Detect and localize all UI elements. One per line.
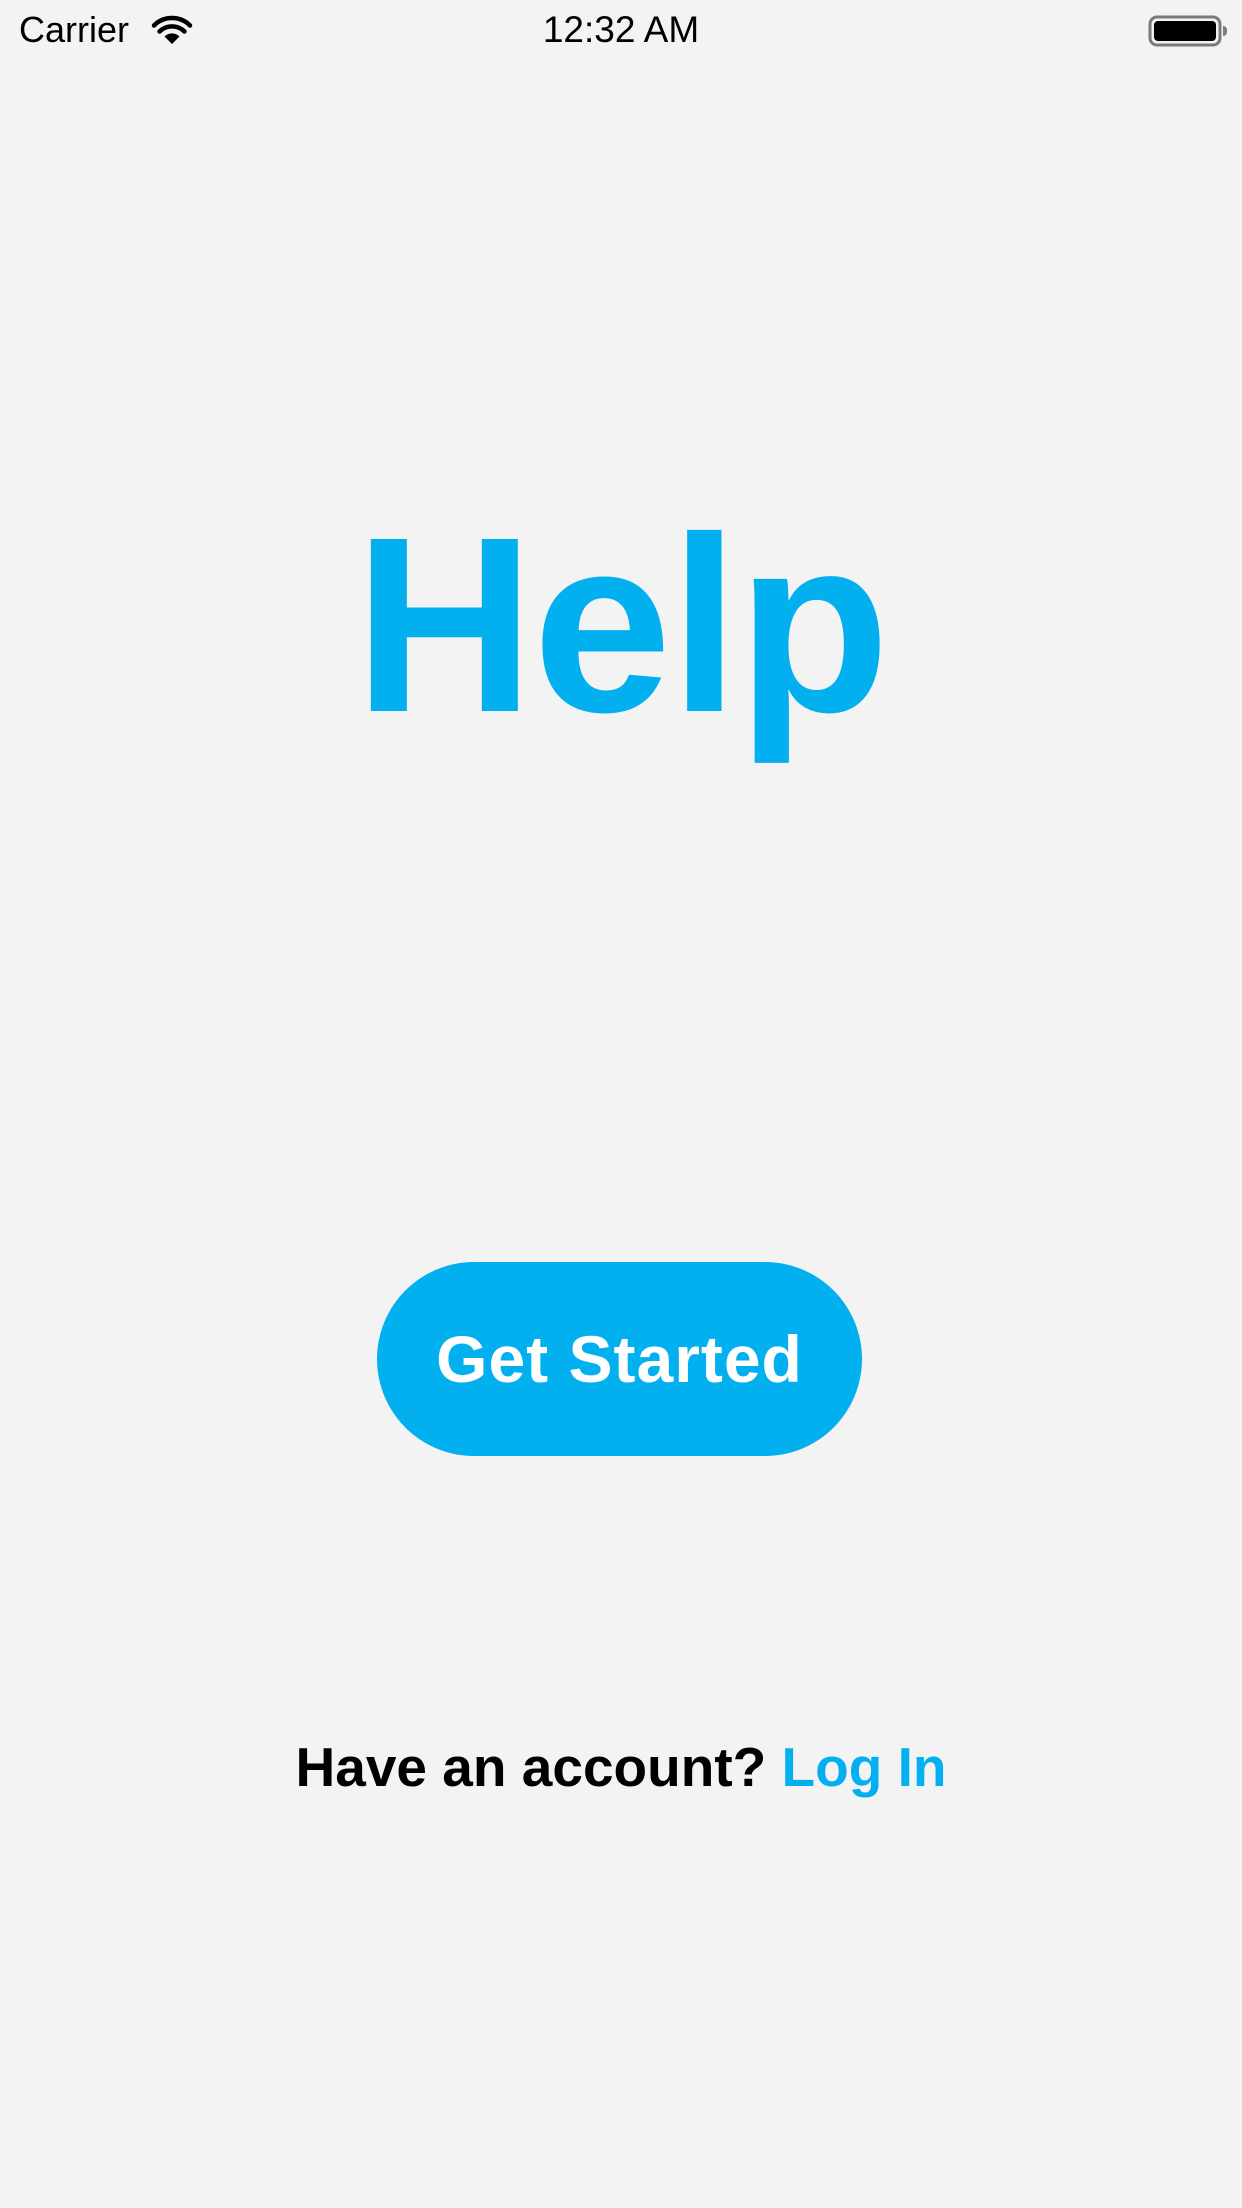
battery-full-icon (1148, 14, 1228, 48)
get-started-button[interactable]: Get Started (377, 1262, 862, 1456)
login-link[interactable]: Log In (782, 1736, 947, 1798)
app-title-logo: Help (354, 485, 890, 764)
account-login-row: Have an account? Log In (0, 1735, 1242, 1799)
status-bar: Carrier 12:32 AM (0, 0, 1242, 60)
account-prompt-text: Have an account? (295, 1736, 767, 1798)
status-time: 12:32 AM (542, 9, 700, 50)
